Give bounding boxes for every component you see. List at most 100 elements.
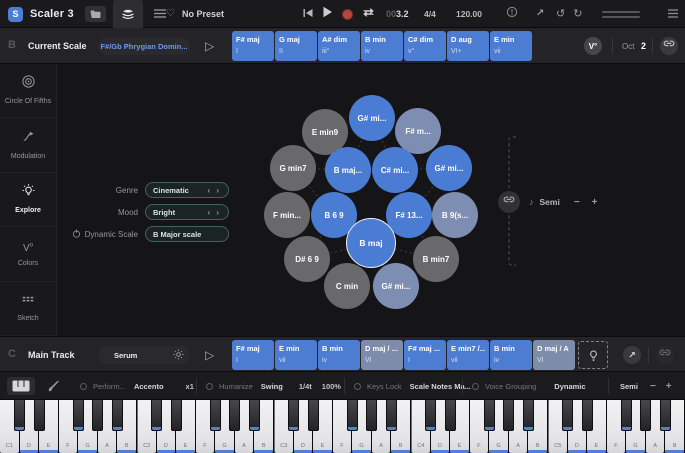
chord-chip[interactable]: F# maj I <box>232 31 274 61</box>
chord-bubble[interactable]: B maj... <box>325 147 371 193</box>
perform-label[interactable]: Perform... <box>93 382 126 391</box>
voice-grouping-toggle[interactable] <box>472 382 479 390</box>
piano-black-key[interactable] <box>248 400 260 431</box>
piano-black-key[interactable] <box>503 400 515 431</box>
export-arrow-icon[interactable]: ↗ <box>536 9 544 19</box>
chord-chip[interactable]: D maj / A VI <box>533 340 575 370</box>
piano-black-key[interactable] <box>640 400 652 431</box>
chord-chip[interactable]: D maj / ... VI <box>361 340 403 370</box>
piano-black-key[interactable] <box>72 400 84 431</box>
brightness-icon[interactable] <box>173 349 184 362</box>
perform-multiplier[interactable]: x1 <box>186 382 194 391</box>
humanize-label[interactable]: Humanize <box>219 382 253 391</box>
chord-chip[interactable]: B min iv <box>361 31 403 61</box>
voice-grouping-value[interactable]: Dynamic <box>554 382 585 391</box>
record-button[interactable] <box>342 8 353 20</box>
piano-black-key[interactable] <box>385 400 397 431</box>
undo-icon[interactable]: ↺ <box>556 8 565 20</box>
semi-plus-button[interactable]: + <box>666 381 672 392</box>
view-menu-button[interactable] <box>153 5 166 23</box>
piano-black-key[interactable] <box>14 400 26 431</box>
piano-black-key[interactable] <box>483 400 495 431</box>
humanize-amount[interactable]: 100% <box>322 382 341 391</box>
piano-black-key[interactable] <box>288 400 300 431</box>
sidebar-item-modulation[interactable]: Modulation <box>0 118 56 173</box>
transpose-plus-button[interactable]: + <box>592 197 598 208</box>
power-icon[interactable] <box>72 229 81 240</box>
chord-chip[interactable]: G maj II <box>275 31 317 61</box>
chord-chip[interactable]: E min vii <box>275 340 317 370</box>
skip-back-button[interactable] <box>303 5 313 23</box>
prev-next-arrows[interactable]: ‹ › <box>207 208 221 217</box>
piano-black-key[interactable] <box>229 400 241 431</box>
perform-value[interactable]: Accento <box>134 382 164 391</box>
genre-select[interactable]: Cinematic ‹ › <box>145 182 229 198</box>
chord-chip[interactable]: F# maj ... I <box>404 340 446 370</box>
piano-black-key[interactable] <box>620 400 632 431</box>
keyslock-toggle[interactable] <box>354 382 361 390</box>
chord-bubble[interactable]: G min7 <box>270 145 316 191</box>
sidebar-item-explore[interactable]: Explore <box>0 173 56 228</box>
chord-chip[interactable]: B min iv <box>318 340 360 370</box>
piano-black-key[interactable] <box>425 400 437 431</box>
main-menu-button[interactable] <box>668 5 678 23</box>
chord-bubble[interactable]: B 9(s... <box>432 192 478 238</box>
chord-bubble[interactable]: G# mi... <box>349 95 395 141</box>
chord-chip[interactable]: B min iv <box>490 340 532 370</box>
sidebar-item-circle-of-fifths[interactable]: Circle Of Fifths <box>0 64 56 119</box>
bind-transpose-link-button[interactable] <box>498 191 520 213</box>
transpose-mode-label[interactable]: Semi <box>540 197 560 207</box>
piano-black-key[interactable] <box>659 400 671 431</box>
piano-black-key[interactable] <box>170 400 182 431</box>
chord-chip[interactable]: F# maj I <box>232 340 274 370</box>
redo-icon[interactable]: ↻ <box>573 8 582 20</box>
voicing-button[interactable]: V° <box>584 37 602 55</box>
chord-bubble[interactable]: C# mi... <box>372 147 418 193</box>
favorite-heart-icon[interactable]: ♡ <box>166 9 175 19</box>
selected-chord-bubble[interactable]: B maj <box>346 218 396 268</box>
octave-value[interactable]: 2 <box>641 41 646 51</box>
transpose-minus-button[interactable]: − <box>574 197 580 208</box>
piano-black-key[interactable] <box>562 400 574 431</box>
mood-select[interactable]: Bright ‹ › <box>145 204 229 220</box>
piano-black-key[interactable] <box>92 400 104 431</box>
articulation-button[interactable] <box>48 372 60 400</box>
chord-bubble[interactable]: B min7 <box>413 236 459 282</box>
play-scale-button[interactable]: ▷ <box>205 37 214 55</box>
perform-toggle[interactable] <box>80 382 87 390</box>
chord-chip[interactable]: E min vii <box>490 31 532 61</box>
chord-chip[interactable]: C# dim v° <box>404 31 446 61</box>
loop-button[interactable] <box>362 5 375 23</box>
scale-name-pill[interactable]: F#/Gb Phrygian Domin... <box>98 37 190 55</box>
link-button[interactable] <box>660 37 678 55</box>
chord-chip[interactable]: E min7 /... vii <box>447 340 489 370</box>
play-track-button[interactable]: ▷ <box>205 346 214 364</box>
piano-black-key[interactable] <box>209 400 221 431</box>
piano-black-key[interactable] <box>151 400 163 431</box>
piano-black-key[interactable] <box>307 400 319 431</box>
piano-black-key[interactable] <box>522 400 534 431</box>
piano-black-key[interactable] <box>111 400 123 431</box>
time-signature[interactable]: 4/4 <box>424 9 436 19</box>
chord-bubble[interactable]: C min <box>324 263 370 309</box>
prev-next-arrows[interactable]: ‹ › <box>207 186 221 195</box>
preset-name[interactable]: No Preset <box>182 9 224 19</box>
semi-minus-button[interactable]: − <box>650 381 656 392</box>
humanize-value[interactable]: Swing <box>261 382 283 391</box>
piano-black-key[interactable] <box>581 400 593 431</box>
chord-bubble[interactable]: G# mi... <box>426 145 472 191</box>
keyslock-label[interactable]: Keys Lock <box>367 382 402 391</box>
suggest-chord-button[interactable] <box>578 341 608 369</box>
chord-chip[interactable]: A# dim iii° <box>318 31 360 61</box>
chord-chip[interactable]: D aug VI+ <box>447 31 489 61</box>
semi-label[interactable]: Semi <box>620 382 638 391</box>
piano-black-key[interactable] <box>444 400 456 431</box>
info-button[interactable] <box>506 5 518 23</box>
preset-browser-button[interactable] <box>84 6 106 22</box>
sidebar-item-colors[interactable]: Vo Colors <box>0 227 56 282</box>
instrument-pill[interactable]: Serum <box>98 346 190 364</box>
chord-bubble[interactable]: F min... <box>264 192 310 238</box>
humanize-toggle[interactable] <box>206 382 213 390</box>
piano-black-key[interactable] <box>346 400 358 431</box>
dynamic-scale-select[interactable]: B Major scale <box>145 226 229 242</box>
